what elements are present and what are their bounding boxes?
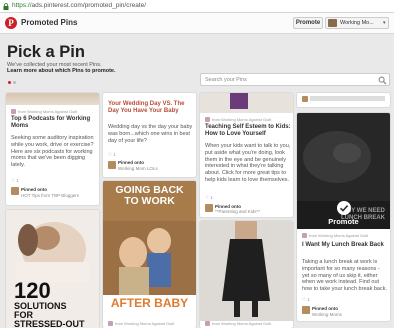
pin-stats: ♡ 1 [108,152,116,157]
pin-stats: ♡ 1 [302,297,310,302]
avatar [328,19,337,27]
pin-card[interactable]: Your Wedding Day VS. The Day You Have Yo… [103,93,196,177]
pin-card[interactable]: from Working Moms Against Guilt [200,221,293,328]
pin-repins: 1 [16,178,19,183]
pin-card[interactable]: from Working Moms Against Guilt Teaching… [200,93,293,217]
pin-card-selected[interactable]: WHY WE NEED LUNCH BREAK Promote from Wor… [297,113,390,321]
search-icon[interactable] [378,76,387,85]
pin-source: from Working Moms Against Guilt [309,233,369,238]
source-icon [205,117,210,122]
pin-title: Your Wedding Day VS. The Day You Have Yo… [108,101,185,114]
url-secure: https:// [12,2,32,9]
image-text-top: GOING BACK TO WORK [115,184,184,207]
promote-overlay-label: Promote [328,217,359,226]
promote-button[interactable]: Promote [293,17,323,29]
pinterest-logo-icon[interactable]: P [5,17,17,29]
pin-source: from Working Moms Against Guilt [115,321,175,326]
learn-more-link[interactable]: Learn more about which Pins to promote. [7,68,115,74]
pin-source: from Working Moms Against Guilt [212,117,272,122]
board-thumbnail [302,306,310,314]
pin-card[interactable]: GOING BACK TO WORK AFTER BABY from Worki… [103,181,196,328]
board-name[interactable]: Working Mom LOLs [118,166,158,171]
pagination-dot[interactable] [13,81,16,84]
lock-icon [3,3,9,10]
board-name[interactable]: **Parenting and Kids** [215,209,260,214]
pin-source: from Working Moms Against Guilt [212,321,272,326]
image-text-bottom: AFTER BABY [110,296,189,310]
pin-source: from Working Moms Against Guilt [18,109,78,114]
pin-image [200,221,293,321]
board-name[interactable]: Working Moms [312,312,342,317]
url-host: ads.pinterest.com [31,2,83,9]
source-icon [302,233,307,238]
pin-title: I Want My Lunch Break Back [302,242,384,248]
board-name [310,96,385,101]
pin-description: Taking a lunch break at work is importan… [302,259,387,293]
board-thumbnail [205,204,213,212]
pin-description: Seeking some auditory inspiration while … [11,135,94,169]
pin-card[interactable] [297,93,390,107]
source-icon [11,109,16,114]
pin-title: Teaching Self Esteem to Kids: How to Lov… [205,124,291,137]
source-icon [205,321,210,326]
pin-repins: 1 [210,195,213,200]
image-text-number: 120 [14,278,51,303]
top-header: P Promoted Pins Promote Working Mo... ▾ [0,13,394,34]
pinned-onto-label: Pinned onto [21,187,47,192]
pinned-onto-label: Pinned onto [312,306,338,311]
url-path: /promoted_pin/create/ [82,2,147,9]
pin-stats: ♡ 1 [11,178,19,183]
browser-url-bar[interactable]: https://ads.pinterest.com/promoted_pin/c… [0,0,394,13]
image-text-line: STRESSED-OUT [14,319,85,328]
pin-card[interactable]: 120 SOLUTIONS FOR STRESSED-OUT [6,210,99,328]
board-thumbnail [108,161,116,169]
pin-description: Wedding day vs the day your baby was bor… [108,124,193,144]
url-text[interactable]: https://ads.pinterest.com/promoted_pin/c… [12,2,146,9]
header-title[interactable]: Promoted Pins [21,18,77,27]
search-placeholder: Search your Pins [205,77,247,83]
pagination-dot-active[interactable] [8,81,11,84]
pin-stats: ♡ 1 [205,195,213,200]
board-thumbnail [302,96,308,102]
pin-description: When your kids want to talk to you, put … [205,143,291,183]
pin-repins: 1 [113,152,116,157]
pin-image [6,93,99,105]
account-name: Working Mo... [340,20,374,26]
chevron-down-icon: ▾ [383,20,386,26]
account-menu[interactable]: Working Mo... ▾ [325,17,389,29]
search-input[interactable]: Search your Pins [200,73,390,86]
board-thumbnail [11,187,19,195]
checkmark-icon [337,201,351,215]
pinned-onto-label: Pinned onto [118,160,144,165]
page-title: Pick a Pin [7,43,85,61]
pin-card[interactable]: from Working Moms Against Guilt Top 6 Po… [6,93,99,205]
pin-repins: 1 [307,297,310,302]
board-name[interactable]: HOT Tips from TBP Bloggers [21,193,79,198]
pin-title: Top 6 Podcasts for Working Moms [11,116,91,129]
pin-image [200,93,293,113]
source-icon [108,321,113,326]
